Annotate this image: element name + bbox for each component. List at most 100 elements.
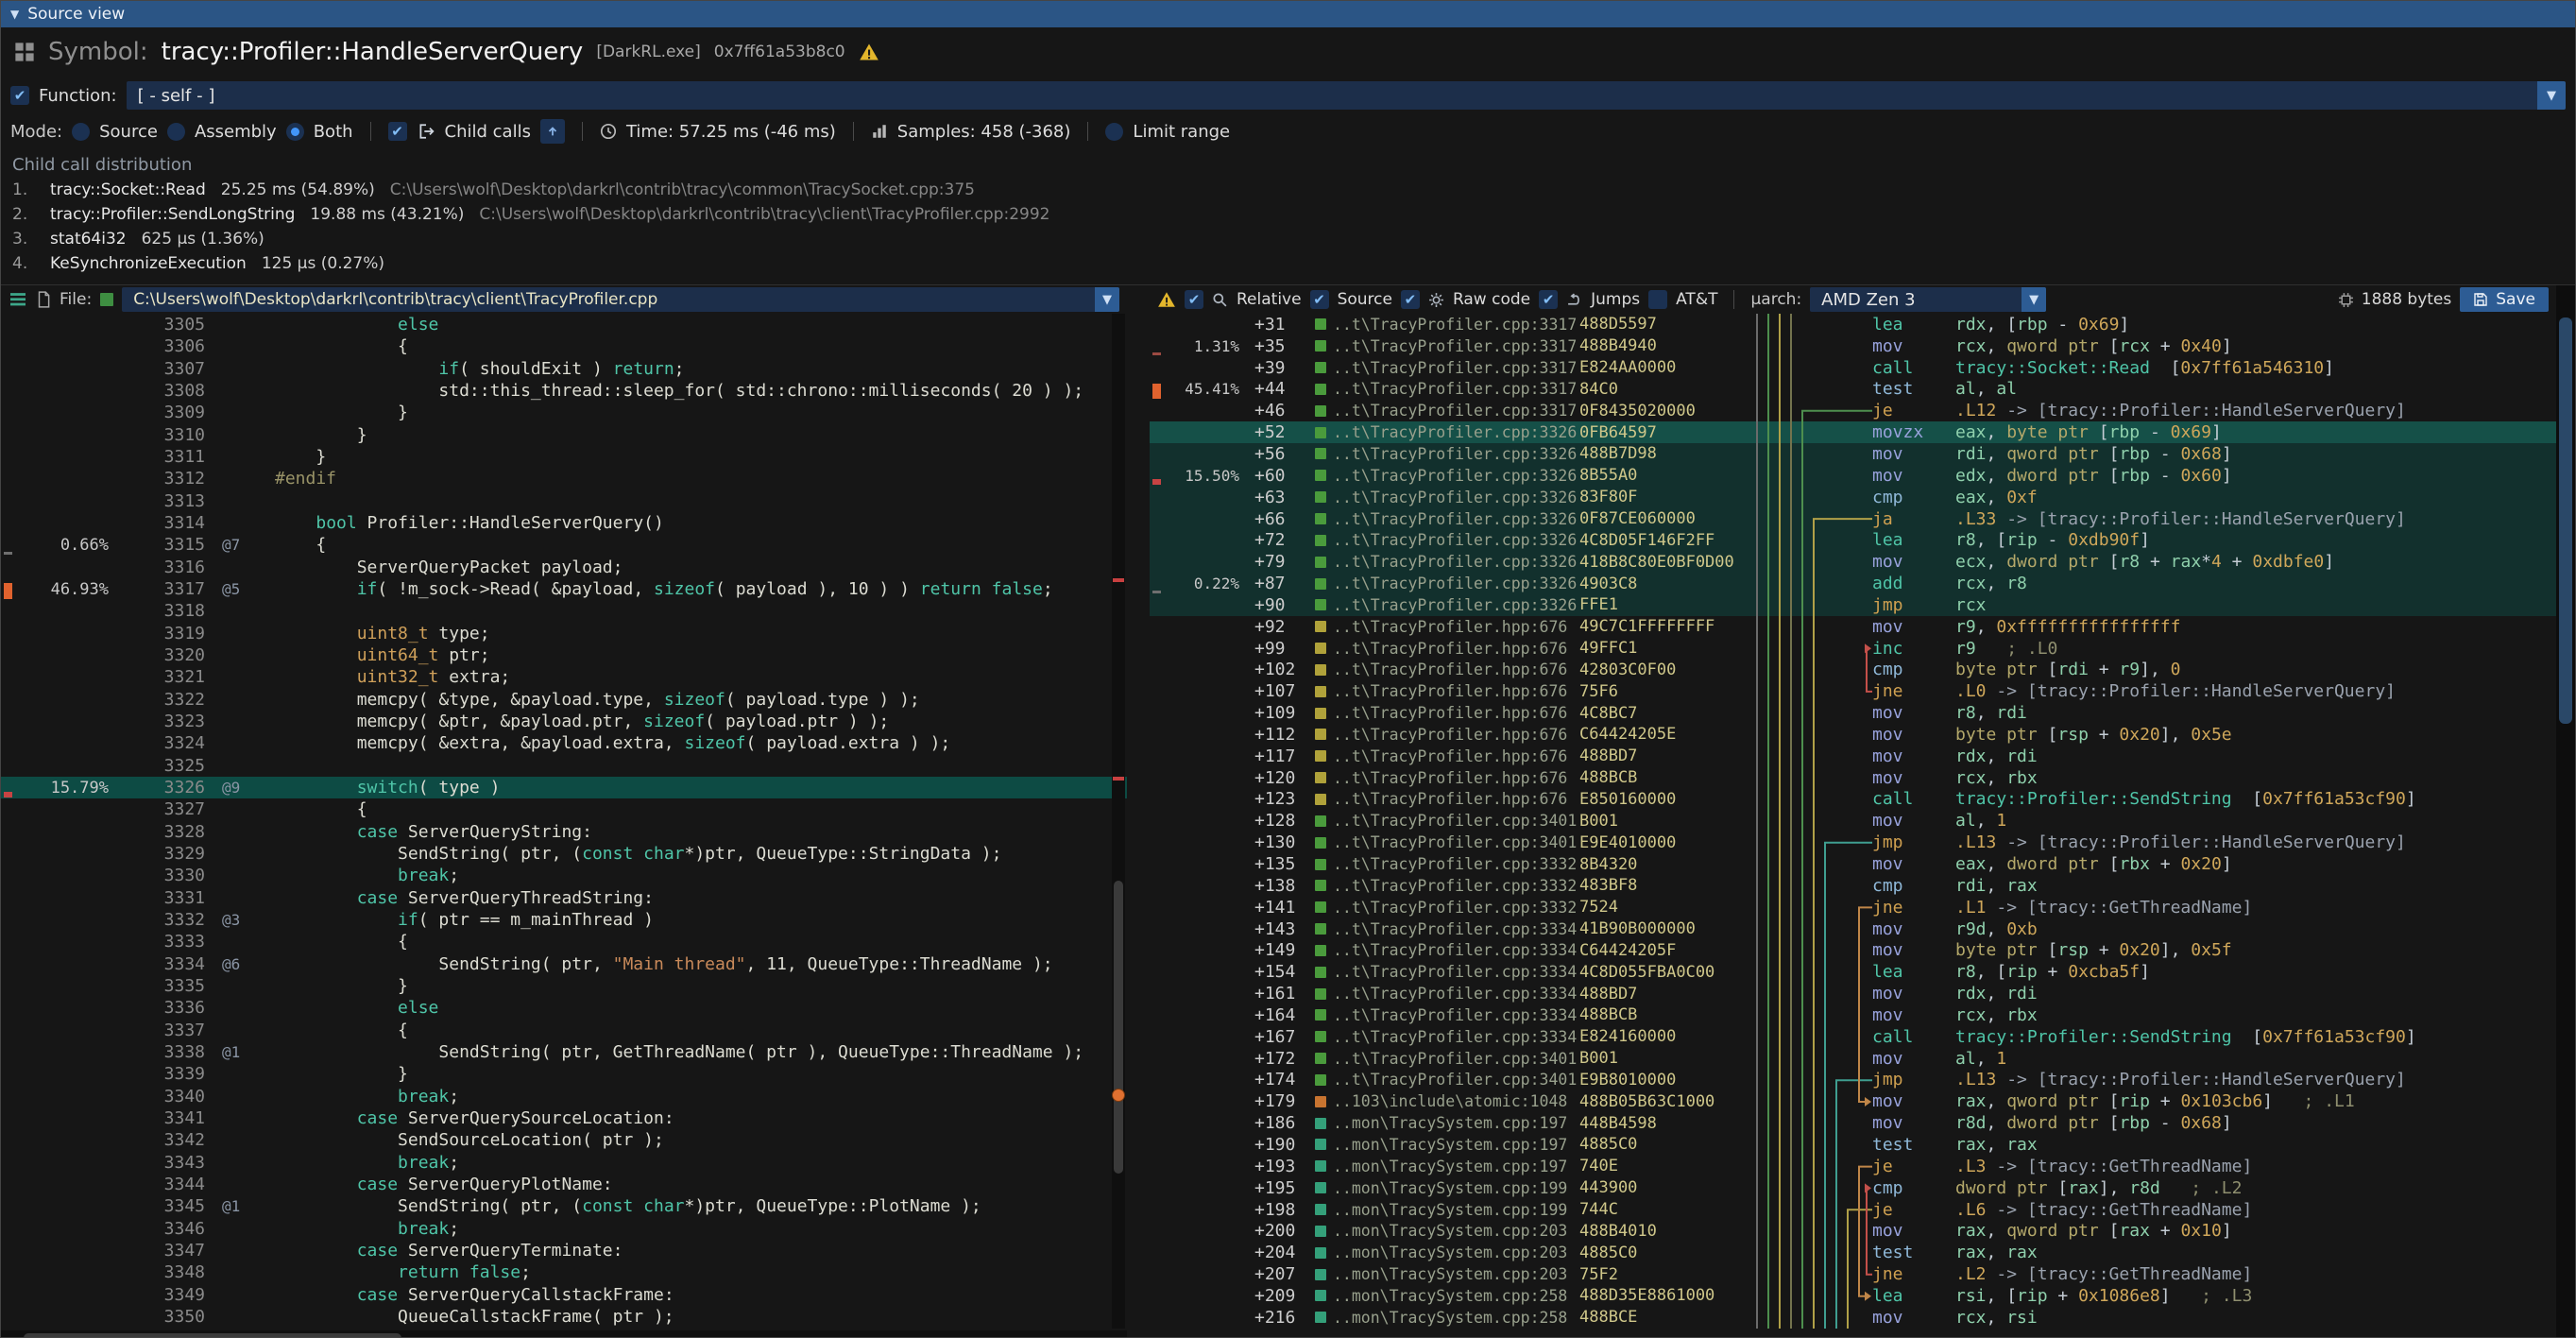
relative-checkbox[interactable] bbox=[1185, 290, 1203, 309]
uarch-combo-arrow-icon[interactable]: ▼ bbox=[2022, 287, 2046, 312]
source-location[interactable]: ..mon\TracySystem.cpp:203 bbox=[1315, 1222, 1579, 1240]
source-line-row[interactable]: 3339 } bbox=[1, 1063, 1127, 1085]
asm-instruction-row[interactable]: +120..t\TracyProfiler.hpp:676488BCBmovrc… bbox=[1150, 767, 2556, 789]
source-line-row[interactable]: 3305 else bbox=[1, 314, 1127, 335]
asm-instruction-row[interactable]: +112..t\TracyProfiler.hpp:676C64424205Em… bbox=[1150, 724, 2556, 746]
source-location[interactable]: ..t\TracyProfiler.cpp:3326 bbox=[1315, 531, 1579, 549]
asm-instruction-row[interactable]: +154..t\TracyProfiler.cpp:33344C8D055FBA… bbox=[1150, 961, 2556, 983]
save-button[interactable]: Save bbox=[2460, 287, 2549, 312]
radio-mode-source[interactable] bbox=[72, 123, 90, 141]
source-location[interactable]: ..t\TracyProfiler.cpp:3326 bbox=[1315, 467, 1579, 485]
source-line-row[interactable]: 3341 case ServerQuerySourceLocation: bbox=[1, 1107, 1127, 1129]
file-combo[interactable]: C:\Users\wolf\Desktop\darkrl\contrib\tra… bbox=[122, 287, 1119, 312]
source-line-row[interactable]: 3337 { bbox=[1, 1020, 1127, 1041]
source-location[interactable]: ..t\TracyProfiler.cpp:3401 bbox=[1315, 833, 1579, 851]
source-line-row[interactable]: 3316 ServerQueryPacket payload; bbox=[1, 557, 1127, 578]
source-location[interactable]: ..t\TracyProfiler.cpp:3334 bbox=[1315, 985, 1579, 1003]
source-checkbox[interactable] bbox=[1310, 290, 1329, 309]
asm-instruction-row[interactable]: +66..t\TracyProfiler.cpp:33260F87CE06000… bbox=[1150, 508, 2556, 530]
radio-mode-both-label[interactable]: Both bbox=[314, 122, 353, 142]
child-call-entry[interactable]: 2.tracy::Profiler::SendLongString19.88 m… bbox=[12, 202, 2564, 227]
source-line-row[interactable]: 3346 break; bbox=[1, 1217, 1127, 1239]
asm-instruction-row[interactable]: +141..t\TracyProfiler.cpp:33327524jne.L1… bbox=[1150, 897, 2556, 918]
source-location[interactable]: ..t\TracyProfiler.hpp:676 bbox=[1315, 747, 1579, 765]
source-line-row[interactable]: 3307 if( shouldExit ) return; bbox=[1, 358, 1127, 380]
asm-instruction-row[interactable]: +79..t\TracyProfiler.cpp:3326418B8C80E0B… bbox=[1150, 551, 2556, 573]
child-call-entry[interactable]: 4.KeSynchronizeExecution125 µs (0.27%) bbox=[12, 251, 2564, 276]
asm-instruction-row[interactable]: 0.22%+87..t\TracyProfiler.cpp:33264903C8… bbox=[1150, 573, 2556, 594]
asm-instruction-row[interactable]: +143..t\TracyProfiler.cpp:333441B90B0000… bbox=[1150, 918, 2556, 940]
source-line-row[interactable]: 0.66%3315@7 { bbox=[1, 534, 1127, 556]
asm-instruction-row[interactable]: +193..mon\TracySystem.cpp:197740Eje.L3 -… bbox=[1150, 1156, 2556, 1177]
source-location[interactable]: ..103\include\atomic:1048 bbox=[1315, 1092, 1579, 1110]
source-location[interactable]: ..mon\TracySystem.cpp:203 bbox=[1315, 1265, 1579, 1283]
pane-splitter[interactable] bbox=[1127, 285, 1150, 1337]
asm-instruction-row[interactable]: +204..mon\TracySystem.cpp:2034885C0testr… bbox=[1150, 1242, 2556, 1263]
source-line-row[interactable]: 3306 { bbox=[1, 335, 1127, 357]
function-combo[interactable]: [ - self - ] ▼ bbox=[127, 81, 2566, 110]
source-line-row[interactable]: 3309 } bbox=[1, 402, 1127, 423]
asm-instruction-row[interactable]: +179..103\include\atomic:1048488B05B63C1… bbox=[1150, 1090, 2556, 1112]
source-location[interactable]: ..t\TracyProfiler.cpp:3326 bbox=[1315, 553, 1579, 571]
source-line-row[interactable]: 3343 break; bbox=[1, 1151, 1127, 1173]
source-location[interactable]: ..t\TracyProfiler.cpp:3317 bbox=[1315, 316, 1579, 334]
source-line-row[interactable]: 3321 uint32_t extra; bbox=[1, 666, 1127, 688]
source-line-row[interactable]: 15.79%3326@9 switch( type ) bbox=[1, 777, 1127, 798]
source-line-row[interactable]: 3311 } bbox=[1, 446, 1127, 468]
raw-code-label[interactable]: Raw code bbox=[1453, 290, 1530, 309]
scrollbar-thumb[interactable] bbox=[1114, 881, 1123, 1174]
source-line-row[interactable]: 3331 case ServerQueryThreadString: bbox=[1, 887, 1127, 909]
source-location[interactable]: ..t\TracyProfiler.hpp:676 bbox=[1315, 618, 1579, 636]
source-line-row[interactable]: 3340 break; bbox=[1, 1085, 1127, 1106]
source-horizontal-scrollbar[interactable] bbox=[1, 1330, 1127, 1338]
source-location[interactable]: ..mon\TracySystem.cpp:258 bbox=[1315, 1309, 1579, 1327]
asm-instruction-row[interactable]: +99..t\TracyProfiler.hpp:67649FFC1incr9 … bbox=[1150, 638, 2556, 660]
source-line-row[interactable]: 3314 bool Profiler::HandleServerQuery() bbox=[1, 512, 1127, 534]
source-location[interactable]: ..t\TracyProfiler.hpp:676 bbox=[1315, 704, 1579, 722]
asm-instruction-row[interactable]: +198..mon\TracySystem.cpp:199744Cje.L6 -… bbox=[1150, 1199, 2556, 1221]
child-calls-label[interactable]: Child calls bbox=[445, 122, 531, 142]
jumps-label[interactable]: Jumps bbox=[1591, 290, 1640, 309]
go-to-parent-button[interactable] bbox=[540, 119, 565, 144]
source-line-row[interactable]: 3336 else bbox=[1, 997, 1127, 1019]
asm-instruction-row[interactable]: +56..t\TracyProfiler.cpp:3326488B7D98mov… bbox=[1150, 443, 2556, 465]
asm-instruction-row[interactable]: +190..mon\TracySystem.cpp:1974885C0testr… bbox=[1150, 1134, 2556, 1156]
source-location[interactable]: ..t\TracyProfiler.cpp:3326 bbox=[1315, 575, 1579, 592]
source-line-row[interactable]: 3310 } bbox=[1, 424, 1127, 446]
asm-instruction-row[interactable]: +161..t\TracyProfiler.cpp:3334488BD7movr… bbox=[1150, 983, 2556, 1004]
source-line-row[interactable]: 46.93%3317@5 if( !m_sock->Read( &payload… bbox=[1, 578, 1127, 600]
function-combo-arrow-icon[interactable]: ▼ bbox=[2537, 81, 2566, 110]
limit-range-toggle[interactable] bbox=[1105, 123, 1123, 141]
asm-instruction-row[interactable]: +31..t\TracyProfiler.cpp:3317488D5597lea… bbox=[1150, 314, 2556, 335]
source-location[interactable]: ..t\TracyProfiler.cpp:3401 bbox=[1315, 1050, 1579, 1068]
att-checkbox[interactable] bbox=[1648, 290, 1667, 309]
source-location[interactable]: ..t\TracyProfiler.cpp:3317 bbox=[1315, 359, 1579, 377]
source-location[interactable]: ..t\TracyProfiler.cpp:3332 bbox=[1315, 877, 1579, 895]
source-code-view[interactable]: 3305 else3306 {3307 if( shouldExit ) ret… bbox=[1, 314, 1127, 1329]
jumps-checkbox[interactable] bbox=[1539, 290, 1558, 309]
source-location[interactable]: ..t\TracyProfiler.cpp:3332 bbox=[1315, 855, 1579, 873]
source-line-row[interactable]: 3322 memcpy( &type, &payload.type, sizeo… bbox=[1, 689, 1127, 711]
source-location[interactable]: ..t\TracyProfiler.cpp:3334 bbox=[1315, 1006, 1579, 1024]
att-label[interactable]: AT&T bbox=[1676, 290, 1717, 309]
source-location[interactable]: ..mon\TracySystem.cpp:197 bbox=[1315, 1136, 1579, 1154]
source-location[interactable]: ..t\TracyProfiler.hpp:676 bbox=[1315, 726, 1579, 744]
source-location[interactable]: ..mon\TracySystem.cpp:258 bbox=[1315, 1287, 1579, 1305]
source-location[interactable]: ..t\TracyProfiler.cpp:3326 bbox=[1315, 423, 1579, 441]
radio-mode-assembly-label[interactable]: Assembly bbox=[195, 122, 277, 142]
source-location[interactable]: ..t\TracyProfiler.cpp:3334 bbox=[1315, 920, 1579, 938]
source-line-row[interactable]: 3318 bbox=[1, 600, 1127, 622]
asm-instruction-row[interactable]: +102..t\TracyProfiler.hpp:67642803C0F00c… bbox=[1150, 660, 2556, 681]
relative-label[interactable]: Relative bbox=[1237, 290, 1302, 309]
source-location[interactable]: ..t\TracyProfiler.cpp:3334 bbox=[1315, 941, 1579, 959]
source-line-row[interactable]: 3328 case ServerQueryString: bbox=[1, 821, 1127, 843]
source-location[interactable]: ..t\TracyProfiler.cpp:3332 bbox=[1315, 899, 1579, 917]
asm-instruction-row[interactable]: +216..mon\TracySystem.cpp:258488BCEmovrc… bbox=[1150, 1307, 2556, 1329]
source-line-row[interactable]: 3312#endif bbox=[1, 468, 1127, 489]
scrollbar-thumb[interactable] bbox=[2559, 317, 2572, 724]
source-line-row[interactable]: 3324 memcpy( &extra, &payload.extra, siz… bbox=[1, 732, 1127, 754]
asm-instruction-row[interactable]: +186..mon\TracySystem.cpp:197448B4598mov… bbox=[1150, 1112, 2556, 1134]
source-location[interactable]: ..t\TracyProfiler.hpp:676 bbox=[1315, 640, 1579, 658]
source-location[interactable]: ..t\TracyProfiler.cpp:3317 bbox=[1315, 402, 1579, 420]
source-location[interactable]: ..t\TracyProfiler.cpp:3326 bbox=[1315, 445, 1579, 463]
